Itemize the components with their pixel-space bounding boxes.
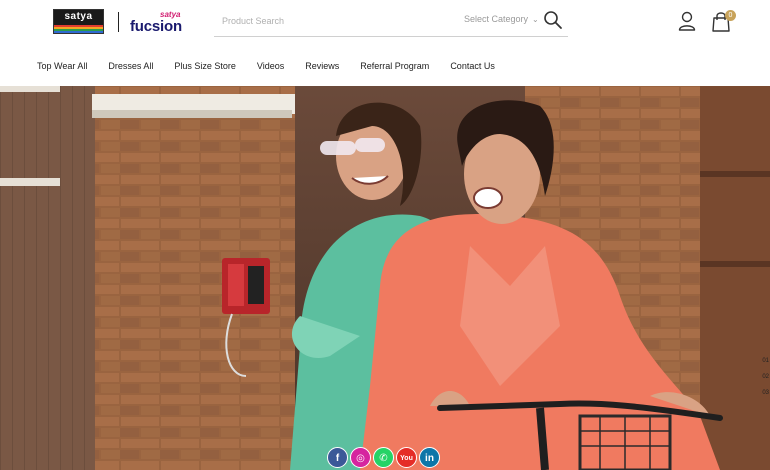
- cart-button[interactable]: 0: [712, 10, 736, 32]
- nav-item-plus-size[interactable]: Plus Size Store: [174, 61, 236, 75]
- logo-stripes: [54, 25, 103, 33]
- nav-item-contact[interactable]: Contact Us: [450, 61, 495, 75]
- fusion-logo-main: fucsion: [130, 18, 182, 35]
- nav-item-referral[interactable]: Referral Program: [360, 61, 429, 75]
- social-links: f ◎ ✆ You in: [327, 447, 440, 468]
- category-select-label: Select Category: [464, 14, 529, 24]
- search-bar: Select Category⌄: [214, 5, 568, 37]
- youtube-icon[interactable]: You: [396, 447, 417, 468]
- chevron-down-icon: ⌄: [532, 15, 539, 24]
- slider-indicator-1[interactable]: 01: [749, 358, 769, 374]
- search-icon[interactable]: [543, 10, 563, 30]
- nav-item-top-wear[interactable]: Top Wear All: [37, 61, 87, 75]
- satya-logo[interactable]: satya: [53, 9, 104, 34]
- nav-item-videos[interactable]: Videos: [257, 61, 284, 75]
- facebook-icon[interactable]: f: [327, 447, 348, 468]
- slider-indicator-3[interactable]: 03: [749, 390, 769, 406]
- slider-indicator-2[interactable]: 02: [749, 374, 769, 390]
- nav-item-reviews[interactable]: Reviews: [305, 61, 339, 75]
- whatsapp-icon[interactable]: ✆: [373, 447, 394, 468]
- main-nav: Top Wear All Dresses All Plus Size Store…: [28, 61, 516, 75]
- search-input[interactable]: [222, 13, 442, 29]
- logo-divider: [118, 12, 119, 32]
- category-select[interactable]: Select Category ⌄: [464, 14, 539, 24]
- hero-image: [0, 86, 770, 470]
- hero-banner[interactable]: 01 02 03: [0, 86, 770, 470]
- fusion-logo[interactable]: satya fucsion: [130, 10, 188, 35]
- nav-item-dresses[interactable]: Dresses All: [108, 61, 153, 75]
- satya-logo-text: satya: [64, 11, 93, 22]
- user-icon[interactable]: [678, 11, 696, 31]
- cart-count-badge: 0: [725, 10, 736, 21]
- linkedin-icon[interactable]: in: [419, 447, 440, 468]
- slider-indicators: 01 02 03: [749, 358, 769, 406]
- site-header: satya satya fucsion Select Category⌄: [0, 0, 770, 86]
- instagram-icon[interactable]: ◎: [350, 447, 371, 468]
